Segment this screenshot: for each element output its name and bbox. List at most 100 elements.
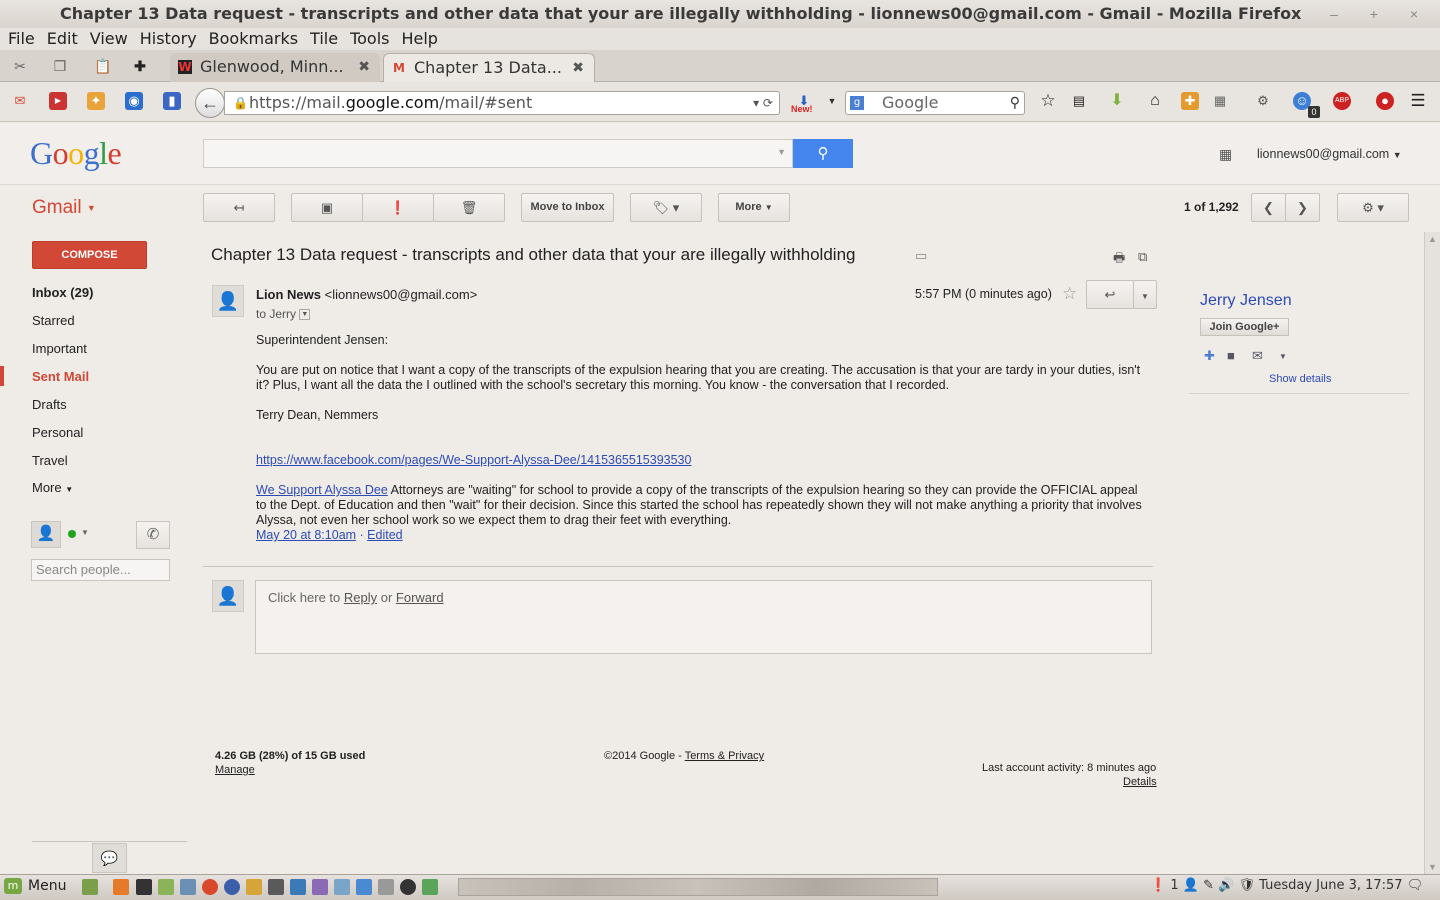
scroll-down-icon[interactable]: ▼ (1428, 862, 1437, 872)
app-launcher-icon[interactable] (356, 879, 372, 895)
cut-icon[interactable]: ✂ (12, 58, 28, 74)
activity-details-link[interactable]: Details (1123, 776, 1157, 788)
print-icon[interactable]: 🖶 (1113, 249, 1125, 271)
nav-drafts[interactable]: Drafts (32, 397, 67, 412)
calculator-launcher-icon[interactable] (378, 879, 394, 895)
more-actions-button[interactable]: ▼ (1133, 280, 1157, 309)
show-details-link[interactable]: Show details (1269, 373, 1331, 385)
back-button[interactable]: ← (195, 88, 225, 118)
nav-personal[interactable]: Personal (32, 425, 83, 440)
nav-inbox[interactable]: Inbox (29) (32, 285, 93, 300)
menu-tile[interactable]: Tile (310, 29, 338, 48)
email-icon[interactable]: ✉ (1252, 348, 1263, 364)
back-to-list-button[interactable]: ↤ (203, 193, 275, 222)
app-launcher-icon[interactable] (268, 879, 284, 895)
download-arrow-icon[interactable]: ⬇ (1108, 92, 1126, 110)
app-launcher-icon[interactable] (400, 879, 416, 895)
window-controls[interactable]: – + × (1330, 0, 1432, 28)
facebook-link[interactable]: https://www.facebook.com/pages/We-Suppor… (256, 453, 691, 467)
gmail-menu[interactable]: Gmail ▼ (32, 197, 96, 219)
reply-link[interactable]: Reply (344, 590, 377, 605)
grid-addon-icon[interactable]: ▦ (1211, 92, 1229, 110)
join-google-plus-button[interactable]: Join Google+ (1200, 318, 1289, 336)
close-tab-icon[interactable]: ✖ (572, 54, 584, 82)
report-spam-button[interactable]: ❗ (362, 193, 434, 222)
book-bookmark-icon[interactable]: ▮ (163, 92, 181, 110)
menu-file[interactable]: File (8, 29, 35, 48)
nav-more[interactable]: More ▼ (32, 480, 73, 495)
user-icon[interactable]: 👤 (1183, 878, 1199, 893)
show-desktop-icon[interactable] (82, 879, 98, 895)
older-button[interactable]: ❯ (1285, 193, 1320, 222)
reply-button[interactable]: ↩ (1086, 280, 1134, 309)
forward-link[interactable]: Forward (396, 590, 444, 605)
reload-icon[interactable]: ▾ ⟳ (753, 92, 773, 114)
download-dropdown-icon[interactable]: ▼ (823, 92, 841, 110)
more-button[interactable]: More ▼ (718, 193, 790, 222)
close-tab-icon[interactable]: ✖ (358, 53, 370, 81)
url-bar[interactable]: 🔒 https://mail.google.com/mail/#sent ▾ ⟳ (224, 91, 780, 115)
puzzle-bookmark-icon[interactable]: ✦ (87, 92, 105, 110)
network-icon[interactable]: ✎ (1203, 878, 1214, 893)
reply-box[interactable]: Click here to Reply or Forward (255, 580, 1152, 654)
video-call-icon[interactable]: ■ (1227, 348, 1235, 363)
addon-icon[interactable]: ✚ (1181, 92, 1199, 110)
bookmarks-list-icon[interactable]: ▤ (1070, 92, 1088, 110)
notification-icon[interactable]: 🗨 (1407, 878, 1424, 893)
app-launcher-icon[interactable] (422, 879, 438, 895)
app-launcher-icon[interactable] (224, 879, 240, 895)
new-tab-icon[interactable]: ✚ (132, 58, 148, 74)
menu-bookmarks[interactable]: Bookmarks (209, 29, 298, 48)
app-launcher-icon[interactable] (334, 879, 350, 895)
files-launcher-icon[interactable] (158, 879, 174, 895)
menu-help[interactable]: Help (401, 29, 437, 48)
apps-grid-icon[interactable]: ▦ (1219, 145, 1237, 163)
browser-search-bar[interactable]: g Google ⚲ (845, 91, 1025, 115)
contact-more-dropdown-icon[interactable]: ▼ (1279, 352, 1287, 361)
nav-starred[interactable]: Starred (32, 313, 75, 328)
menu-history[interactable]: History (140, 29, 197, 48)
quoted-page-link[interactable]: We Support Alyssa Dee (256, 483, 388, 497)
search-options-dropdown-icon[interactable]: ▼ (777, 147, 786, 157)
label-tag-icon[interactable]: ▭ (915, 248, 927, 264)
edited-link[interactable]: Edited (367, 528, 402, 542)
settings-button[interactable]: ⚙ ▾ (1337, 193, 1409, 222)
move-to-inbox-button[interactable]: Move to Inbox (521, 193, 614, 222)
quoted-date-link[interactable]: May 20 at 8:10am (256, 528, 356, 542)
camera-bookmark-icon[interactable]: ◉ (125, 92, 143, 110)
mail-search-input[interactable]: ▼ (203, 139, 793, 168)
newer-button[interactable]: ❮ (1251, 193, 1286, 222)
manage-storage-link[interactable]: Manage (215, 764, 255, 776)
google-logo[interactable]: Google (30, 135, 122, 172)
chat-avatar-icon[interactable]: 👤 (31, 521, 61, 548)
app-launcher-icon[interactable] (290, 879, 306, 895)
contact-name[interactable]: Jerry Jensen (1200, 292, 1292, 310)
show-details-dropdown-icon[interactable]: ▼ (299, 309, 311, 321)
app-launcher-icon[interactable] (202, 879, 218, 895)
compose-button[interactable]: COMPOSE (32, 241, 147, 269)
tab-glenwood[interactable]: W Glenwood, Minn... ✖ (170, 53, 380, 82)
youtube-bookmark-icon[interactable]: ▶ (49, 92, 67, 110)
hamburger-menu-icon[interactable]: ☰ (1409, 92, 1427, 110)
nav-important[interactable]: Important (32, 341, 87, 356)
scroll-up-icon[interactable]: ▲ (1428, 234, 1437, 244)
nav-travel[interactable]: Travel (32, 453, 68, 468)
volume-icon[interactable]: 🔊 (1218, 878, 1234, 893)
window-list[interactable] (458, 878, 938, 896)
online-status-icon[interactable] (68, 530, 76, 538)
account-menu[interactable]: lionnews00@gmail.com ▼ (1257, 147, 1402, 161)
clock[interactable]: Tuesday June 3, 17:57 (1259, 878, 1402, 893)
mail-search-button[interactable]: ⚲ (793, 139, 853, 168)
terms-link[interactable]: Terms & Privacy (685, 750, 764, 762)
star-bookmark-icon[interactable]: ☆ (1039, 92, 1057, 110)
archive-button[interactable]: ▣ (291, 193, 363, 222)
alert-icon[interactable]: ❗ (1150, 878, 1166, 893)
start-menu-button[interactable]: m Menu (4, 878, 66, 894)
shield-icon[interactable]: 🛡 (1238, 878, 1255, 893)
tab-chapter13[interactable]: M Chapter 13 Data... ✖ (383, 53, 595, 82)
home-icon[interactable]: ⌂ (1146, 92, 1164, 110)
delete-button[interactable]: 🗑 (433, 193, 505, 222)
copy-icon[interactable]: ❐ (52, 58, 68, 74)
search-people-input[interactable]: Search people... (31, 559, 170, 581)
menu-view[interactable]: View (90, 29, 128, 48)
